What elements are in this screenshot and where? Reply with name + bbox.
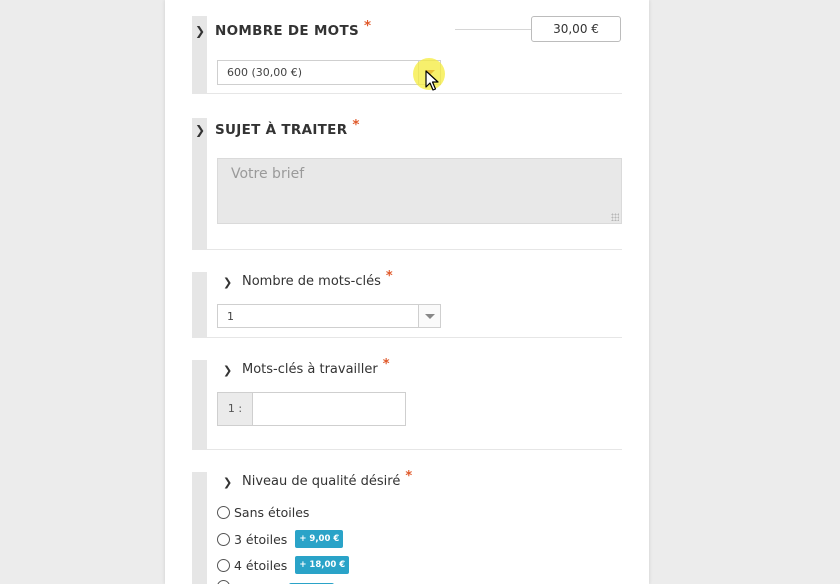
dropdown-arrow-icon[interactable] [418, 305, 440, 327]
chevron-right-icon: ❯ [223, 276, 233, 289]
word-count-select[interactable]: 600 (30,00 €) [217, 60, 441, 85]
keyword-index-label: 1 : [217, 392, 253, 426]
word-count-price: 30,00 € [531, 16, 621, 42]
price-badge: + 9,00 € [295, 530, 344, 548]
quality-option-label: 4 étoiles [234, 557, 288, 573]
quality-option-4-stars[interactable]: 4 étoiles + 18,00 € [217, 556, 350, 574]
radio-button[interactable] [217, 532, 230, 546]
keyword-count-section: ❯ Nombre de mots-clés * 1 [192, 269, 622, 338]
word-count-title: NOMBRE DE MOTS * [215, 18, 372, 39]
chevron-right-icon: ❯ [223, 476, 233, 489]
required-star: * [352, 117, 360, 133]
section-marker [192, 272, 207, 337]
keyword-count-selected: 1 [227, 310, 234, 323]
chevron-right-icon: ❯ [195, 24, 206, 38]
resize-grip-icon[interactable] [611, 213, 619, 221]
required-star: * [405, 469, 413, 484]
mouse-pointer-icon [425, 70, 439, 91]
chevron-right-icon: ❯ [195, 123, 206, 137]
keyword-count-select[interactable]: 1 [217, 304, 441, 328]
keywords-section: ❯ Mots-clés à travailler * 1 : [192, 357, 622, 450]
keywords-title: Mots-clés à travailler * [242, 357, 390, 377]
radio-button[interactable] [217, 558, 230, 572]
keyword-input[interactable] [253, 392, 406, 426]
subject-title: SUJET À TRAITER * [215, 117, 360, 138]
chevron-right-icon: ❯ [223, 364, 233, 377]
radio-button[interactable] [217, 580, 230, 584]
brief-placeholder: Votre brief [231, 166, 305, 182]
word-count-selected: 600 (30,00 €) [227, 66, 303, 79]
quality-option-label: Sans étoiles [234, 505, 310, 520]
price-badge: + 18,00 € [295, 556, 350, 574]
quality-title: Niveau de qualité désiré * [242, 469, 413, 489]
keyword-count-title: Nombre de mots-clés * [242, 269, 393, 289]
section-marker [192, 118, 207, 249]
brief-textarea[interactable]: Votre brief [217, 158, 622, 224]
quality-option-label: 3 étoiles [234, 531, 288, 547]
section-marker [192, 360, 207, 449]
required-star: * [364, 18, 372, 34]
quality-option-3-stars[interactable]: 3 étoiles + 9,00 € [217, 530, 344, 548]
section-marker [192, 472, 207, 584]
order-form-card: ❯ NOMBRE DE MOTS * 600 (30,00 €) 30,00 € … [165, 0, 649, 584]
subject-section: ❯ SUJET À TRAITER * Votre brief [192, 117, 622, 250]
required-star: * [385, 269, 393, 284]
quality-option-none[interactable]: Sans étoiles [217, 505, 309, 520]
radio-button[interactable] [217, 506, 230, 519]
quality-option-partial[interactable] [217, 580, 334, 584]
price-connector-line [455, 29, 531, 30]
required-star: * [382, 357, 390, 372]
